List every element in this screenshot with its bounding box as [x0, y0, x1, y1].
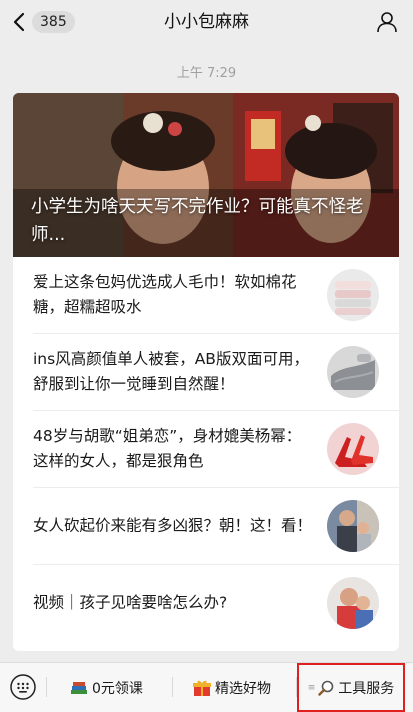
menu-free-course-label: 0元领课 — [92, 680, 143, 697]
gift-icon — [193, 679, 211, 697]
menu-featured-goods[interactable]: 精选好物 — [193, 663, 271, 712]
bottom-menu-bar: 0元领课 精选好物 ≡ 工具服务 — [0, 662, 413, 712]
submenu-indicator-icon: ≡ — [307, 682, 315, 693]
article-title: 女人砍起价来能有多凶狠？朝！这！看！ — [33, 516, 313, 535]
chat-title: 小小包麻麻 — [164, 12, 249, 32]
hero-article[interactable]: 小学生为啥天天写不完作业？可能真不怪老师... — [13, 93, 399, 257]
article-card: 小学生为啥天天写不完作业？可能真不怪老师... 爱上这条包妈优选成人毛巾！软如棉… — [13, 93, 399, 651]
towels-thumbnail — [327, 269, 379, 321]
hero-title: 小学生为啥天天写不完作业？可能真不怪老师... — [31, 197, 364, 245]
bedding-thumbnail — [327, 346, 379, 398]
article-item[interactable]: 女人砍起价来能有多凶狠？朝！这！看！ — [13, 488, 399, 564]
keyboard-icon[interactable] — [10, 674, 36, 700]
chat-header: 385 小小包麻麻 — [0, 0, 413, 44]
article-item[interactable]: 48岁与胡歌“姐弟恋”，身材媲美杨幂：这样的女人，都是狠角色 — [13, 411, 399, 487]
menu-featured-goods-label: 精选好物 — [215, 680, 271, 697]
separator — [172, 677, 173, 697]
article-title: 48岁与胡歌“姐弟恋”，身材媲美杨幂：这样的女人，都是狠角色 — [33, 427, 302, 470]
article-title: 视频｜孩子见啥要啥怎么办? — [33, 593, 228, 612]
red-high-heels-thumbnail — [327, 423, 379, 475]
article-item[interactable]: ins风高颜值单人被套，AB版双面可用，舒服到让你一觉睡到自然醒！ — [13, 334, 399, 410]
article-item[interactable]: 视频｜孩子见啥要啥怎么办? — [13, 565, 399, 641]
mother-child-thumbnail — [327, 500, 379, 552]
message-timestamp: 上午 7:29 — [176, 66, 237, 81]
article-item[interactable]: 爱上这条包妈优选成人毛巾！软如棉花糖，超糯超吸水 — [13, 257, 399, 333]
menu-free-course[interactable]: 0元领课 — [70, 663, 143, 712]
separator — [46, 677, 47, 697]
menu-tools-services[interactable]: ≡ 工具服务 — [297, 663, 405, 712]
menu-tools-services-label: 工具服务 — [338, 680, 395, 697]
profile-icon[interactable] — [375, 10, 399, 34]
search-icon — [318, 680, 334, 696]
books-icon — [70, 680, 88, 696]
article-title: 爱上这条包妈优选成人毛巾！软如棉花糖，超糯超吸水 — [33, 273, 297, 316]
child-hug-thumbnail — [327, 577, 379, 629]
article-title: ins风高颜值单人被套，AB版双面可用，舒服到让你一觉睡到自然醒！ — [33, 350, 309, 393]
